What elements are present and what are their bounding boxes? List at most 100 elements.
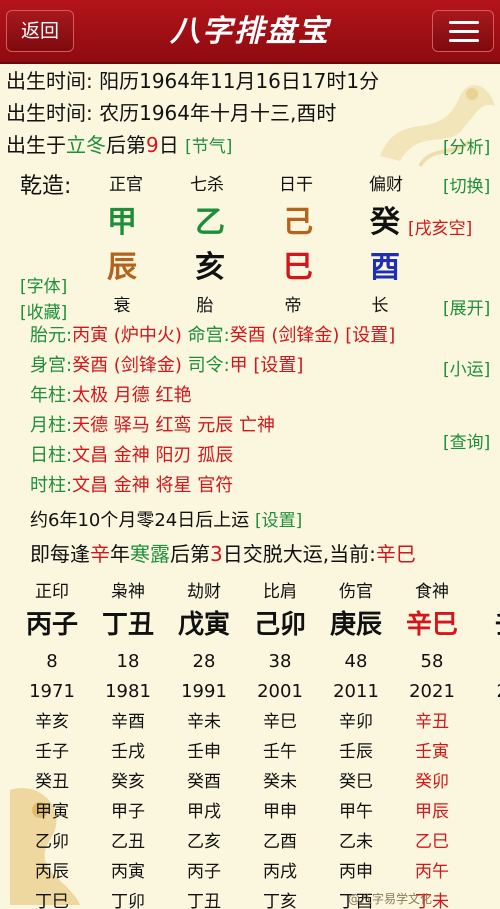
luck-year-cell: 癸巳: [339, 772, 373, 792]
solar-term-link[interactable]: [节气]: [185, 137, 232, 157]
luck-god-5: 食神: [415, 582, 449, 602]
luck-year-cell: 辛巳: [263, 712, 297, 732]
stars-month-label: 月柱:: [30, 415, 73, 436]
luck-year-cell: 丙: [470, 860, 500, 884]
luck-god-0: 正印: [35, 582, 69, 602]
luck-rule-row: 即每逢辛年寒露后第3日交脱大运,当前:辛巳: [30, 540, 416, 568]
stars-day: 日柱:文昌 金神 阳刃 孤辰: [30, 443, 233, 469]
taiyuan-value: 丙寅 (炉中火): [72, 325, 182, 346]
luck-year-cell: 丁丑: [187, 892, 221, 909]
app-title: 八字排盘宝: [170, 14, 330, 49]
luck-year-cell: 壬: [470, 740, 500, 764]
phase-day: 帝: [284, 296, 302, 316]
luck-year-cell: 壬辰: [339, 742, 373, 762]
luck-rule-day: 3: [210, 542, 223, 566]
luck-year-cell: 癸: [470, 770, 500, 794]
luck-pillar-4[interactable]: 庚辰: [318, 608, 394, 642]
luck-year-cell: 辛卯: [339, 712, 373, 732]
luck-year-cell: 甲午: [339, 802, 373, 822]
phase-hour: 长: [371, 296, 389, 316]
luck-pillar-1[interactable]: 丁丑: [90, 608, 166, 642]
luck-year-cell: 乙丑: [111, 832, 145, 852]
siling-set-link[interactable]: [设置]: [253, 355, 303, 376]
luck-start-text: 约6年10个月零24日后上运: [30, 510, 250, 531]
luck-year-cell: 丁卯: [111, 892, 145, 909]
luck-year-cell: 丁: [470, 890, 500, 909]
luck-year-0: 1971: [29, 681, 75, 702]
luck-year-cell: 癸卯: [415, 772, 449, 792]
luck-year-2: 1991: [181, 681, 227, 702]
branch-day: 巳: [283, 250, 313, 285]
stars-year-value: 太极 月德 红艳: [72, 385, 192, 406]
luck-pillar-3[interactable]: 己卯: [242, 608, 318, 642]
luck-pillar-5[interactable]: 辛巳: [394, 608, 470, 642]
luck-age-3: 38: [268, 651, 292, 672]
stem-day: 己: [283, 205, 313, 240]
stars-hour: 时柱:文昌 金神 将星 官符: [30, 473, 233, 499]
luck-set-link[interactable]: [设置]: [255, 511, 302, 531]
term-day: 9: [146, 133, 159, 157]
luck-age-1: 18: [116, 651, 140, 672]
luck-god-3: 比肩: [263, 582, 297, 602]
hamburger-icon-line: [449, 39, 479, 42]
luck-rule-p3: 后第: [170, 542, 210, 566]
luck-rule-p1: 即每逢: [30, 542, 90, 566]
minggong-set-link[interactable]: [设置]: [345, 325, 395, 346]
luck-year-cell: 甲申: [263, 802, 297, 822]
luck-year-cell: 丁亥: [263, 892, 297, 909]
stars-month: 月柱:天德 驿马 红鸾 元辰 亡神: [30, 413, 275, 439]
luck-pillar-0[interactable]: 丙子: [14, 608, 90, 642]
gender-label: 乾造:: [20, 174, 72, 199]
luck-year-cell: 乙亥: [187, 832, 221, 852]
siling-label: 司令:: [187, 355, 230, 376]
luck-year-4: 2011: [333, 681, 379, 702]
solar-birth-time: 出生时间: 阳历1964年11月16日17时1分: [6, 69, 380, 93]
luck-god-4: 伤官: [339, 582, 373, 602]
luck-year-cell: 辛亥: [35, 712, 69, 732]
hamburger-icon-line: [449, 30, 479, 33]
menu-button[interactable]: [432, 10, 494, 52]
branch-month: 亥: [195, 250, 225, 285]
luck-year-cell: 甲子: [111, 802, 145, 822]
luck-year-cell: 乙酉: [263, 832, 297, 852]
ten-god-year: 正官: [109, 175, 143, 195]
back-button[interactable]: 返回: [6, 10, 74, 52]
app-header: 返回 八字排盘宝: [0, 0, 500, 64]
luck-pillar-2[interactable]: 戊寅: [166, 608, 242, 642]
luck-year-3: 2001: [257, 681, 303, 702]
stem-hour: 癸: [370, 205, 400, 240]
luck-start-row: 约6年10个月零24日后上运 [设置]: [30, 508, 302, 534]
luck-age-2: 28: [192, 651, 216, 672]
query-link[interactable]: [查询]: [443, 428, 490, 453]
luck-god-2: 劫财: [187, 582, 221, 602]
luck-year-cell: 乙未: [339, 832, 373, 852]
luck-pillar-6[interactable]: 壬: [470, 608, 500, 642]
luck-year-1: 1981: [105, 681, 151, 702]
luck-year-cell: 癸亥: [111, 772, 145, 792]
xiaoyun-link[interactable]: [小运]: [443, 355, 490, 380]
minggong-label: 命宫:: [187, 325, 230, 346]
expand-link[interactable]: [展开]: [443, 294, 490, 319]
void-label: [戌亥空]: [408, 219, 473, 239]
font-link[interactable]: [字体]: [20, 272, 67, 297]
luck-year-cell: 壬戌: [111, 742, 145, 762]
analysis-link[interactable]: [分析]: [443, 133, 490, 158]
save-link[interactable]: [收藏]: [20, 298, 67, 323]
luck-year-cell: 壬寅: [415, 742, 449, 762]
luck-god-1: 枭神: [111, 582, 145, 602]
dragon-decoration-icon: [380, 85, 495, 168]
taiyuan-row: 胎元:丙寅 (炉中火) 命宫:癸酉 (剑锋金) [设置]: [30, 323, 395, 349]
luck-year-cell: 壬申: [187, 742, 221, 762]
luck-year-cell: 辛丑: [415, 712, 449, 732]
phase-month: 胎: [196, 296, 214, 316]
switch-link[interactable]: [切换]: [443, 172, 490, 197]
luck-year-cell: 辛未: [187, 712, 221, 732]
luck-year-cell: 丁巳: [35, 892, 69, 909]
minggong-value: 癸酉 (剑锋金): [229, 325, 340, 346]
luck-age-4: 48: [344, 651, 368, 672]
luck-year-cell: 甲: [470, 800, 500, 824]
luck-year-cell: 甲辰: [415, 802, 449, 822]
luck-age-5: 58: [420, 651, 444, 672]
stars-hour-value: 文昌 金神 将星 官符: [72, 475, 234, 496]
luck-god-6: 正: [470, 580, 500, 604]
